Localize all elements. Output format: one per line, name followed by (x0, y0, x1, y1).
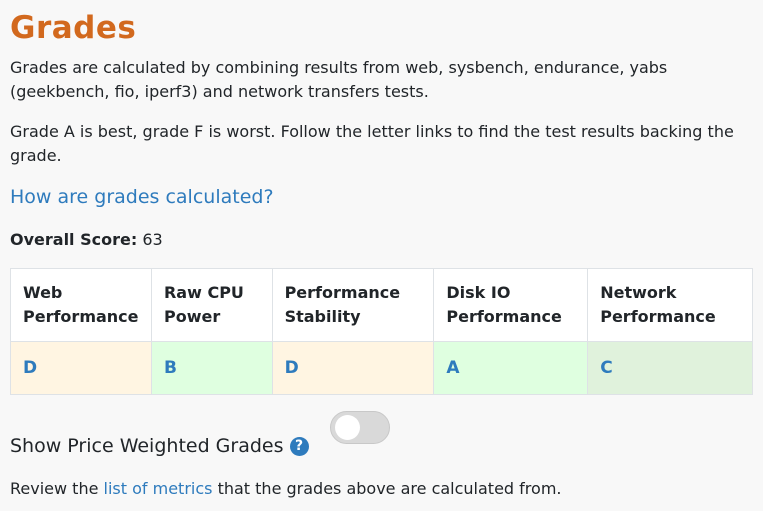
page-title: Grades (10, 10, 137, 46)
how-grades-calculated-link[interactable]: How are grades calculated? (10, 185, 274, 209)
review-prefix: Review the (10, 479, 99, 498)
grade-link-web-performance[interactable]: D (23, 358, 37, 378)
list-of-metrics-link[interactable]: list of metrics (104, 479, 213, 498)
header-raw-cpu-power: Raw CPU Power (150, 268, 273, 342)
review-suffix: that the grades above are calculated fro… (217, 479, 562, 498)
grade-cell-web-performance: D (10, 341, 152, 395)
grade-link-raw-cpu-power[interactable]: B (164, 358, 177, 378)
question-circle-icon[interactable]: ? (289, 436, 309, 456)
price-weighted-label: Show Price Weighted Grades (10, 435, 284, 457)
overall-score: Overall Score: 63 (10, 228, 163, 252)
header-network-performance: Network Performance (587, 268, 753, 342)
price-weighted-toggle-switch[interactable] (330, 411, 390, 444)
grade-cell-performance-stability: D (271, 341, 435, 395)
grade-link-performance-stability[interactable]: D (285, 358, 299, 378)
price-weighted-toggle-row: Show Price Weighted Grades ? (10, 434, 309, 458)
header-web-performance: Web Performance (10, 268, 152, 342)
overall-score-label: Overall Score: (10, 230, 138, 249)
toggle-knob (335, 415, 360, 440)
grades-header-row: Web Performance Raw CPU Power Performanc… (10, 268, 753, 342)
grades-row: D B D A C (10, 341, 753, 395)
header-performance-stability: Performance Stability (271, 268, 435, 342)
grade-cell-network-performance: C (587, 341, 753, 395)
metrics-review-text: Review the list of metrics that the grad… (10, 477, 561, 501)
overall-score-value: 63 (142, 230, 163, 249)
grade-link-disk-io-performance[interactable]: A (446, 358, 459, 378)
header-disk-io-performance: Disk IO Performance (433, 268, 589, 342)
grade-cell-raw-cpu-power: B (150, 341, 273, 395)
grade-link-network-performance[interactable]: C (600, 358, 612, 378)
grades-intro-text: Grades are calculated by combining resul… (10, 58, 668, 101)
grades-table: Web Performance Raw CPU Power Performanc… (10, 268, 753, 395)
grade-scale-text: Grade A is best, grade F is worst. Follo… (10, 122, 734, 165)
grade-cell-disk-io-performance: A (433, 341, 589, 395)
